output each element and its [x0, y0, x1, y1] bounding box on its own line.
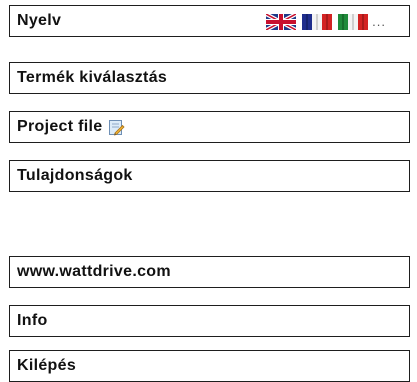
website-link-button[interactable]: www.wattdrive.com: [9, 256, 410, 288]
italy-flag-icon[interactable]: [338, 14, 368, 30]
edit-document-icon: [109, 119, 125, 136]
exit-button[interactable]: Kilépés: [9, 350, 410, 382]
product-selection-button[interactable]: Termék kiválasztás: [9, 62, 410, 94]
language-button[interactable]: Nyelv ...: [9, 5, 410, 37]
properties-button[interactable]: Tulajdonságok: [9, 160, 410, 192]
info-label: Info: [17, 312, 48, 329]
website-link-label: www.wattdrive.com: [17, 263, 171, 280]
exit-label: Kilépés: [17, 357, 77, 374]
flag-list: [266, 14, 368, 30]
project-file-label: Project file: [17, 118, 103, 135]
properties-label: Tulajdonságok: [17, 167, 133, 184]
info-button[interactable]: Info: [9, 305, 410, 337]
product-selection-label: Termék kiválasztás: [17, 69, 168, 86]
more-languages-link[interactable]: ...: [372, 14, 386, 29]
project-file-button[interactable]: Project file: [9, 111, 410, 143]
uk-flag-icon[interactable]: [266, 14, 296, 30]
france-flag-icon[interactable]: [302, 14, 332, 30]
language-label: Nyelv: [17, 12, 62, 29]
